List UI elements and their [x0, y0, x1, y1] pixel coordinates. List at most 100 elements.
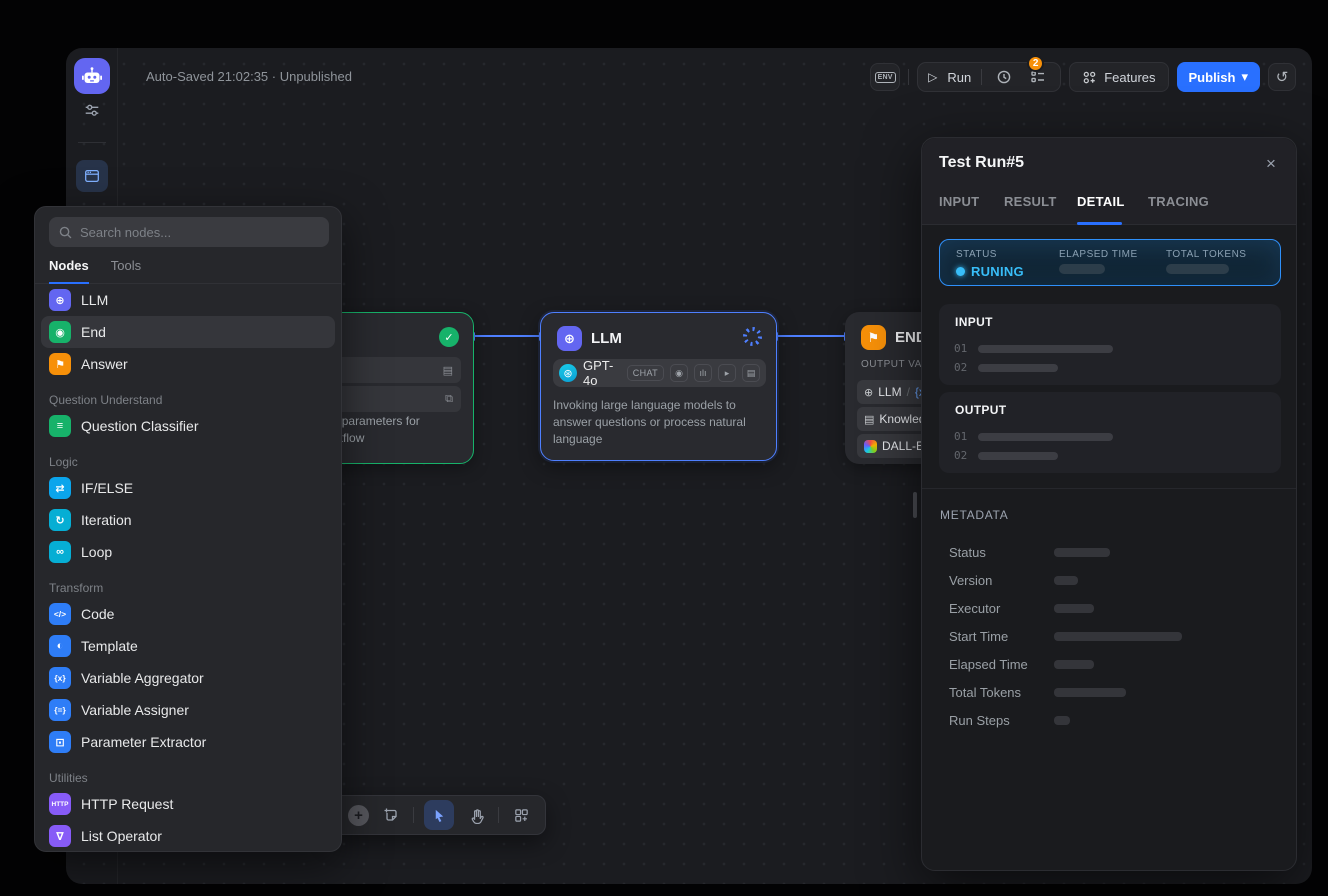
dalle-icon	[864, 440, 877, 453]
hand-icon	[468, 807, 485, 824]
metadata-label: Start Time	[949, 629, 1008, 644]
code-icon: </>	[49, 603, 71, 625]
variable-source: LLM	[878, 385, 901, 399]
node-item-ifelse[interactable]: ⇄ IF/ELSE	[35, 472, 341, 504]
output-card: OUTPUT 01 02	[939, 392, 1281, 473]
add-node-button[interactable]: +	[348, 805, 369, 826]
end-node-icon: ⚑	[861, 325, 886, 350]
env-icon: ENV	[875, 72, 896, 83]
active-tab-underline	[1077, 222, 1122, 225]
node-search-input[interactable]: Search nodes...	[49, 217, 329, 247]
question-classifier-icon: ≡	[49, 415, 71, 437]
chevron-down-icon: ▾	[1241, 69, 1248, 85]
tab-nodes[interactable]: Nodes	[49, 253, 89, 283]
audio-capability-icon: ılı	[694, 364, 712, 382]
pointer-mode-button[interactable]	[424, 800, 454, 830]
input-title: INPUT	[955, 315, 993, 329]
model-selector[interactable]: ⊛ GPT-4o CHAT ◉ ılı ▸ ▤	[553, 359, 766, 387]
parameter-extractor-icon: ⊡	[49, 731, 71, 753]
section-utilities: Utilities	[35, 768, 341, 788]
llm-node-title: LLM	[591, 330, 622, 347]
vision-capability-icon: ◉	[670, 364, 688, 382]
llm-node-description: Invoking large language models to answer…	[553, 397, 763, 448]
tab-tools[interactable]: Tools	[111, 253, 141, 283]
output-title: OUTPUT	[955, 403, 1007, 417]
add-note-button[interactable]	[379, 803, 403, 827]
tokens-skeleton	[1166, 264, 1229, 274]
tab-detail[interactable]: DETAIL	[1077, 194, 1125, 209]
organize-nodes-button[interactable]	[509, 803, 533, 827]
variable-assigner-icon: {=}	[49, 699, 71, 721]
loop-icon: ∞	[49, 541, 71, 563]
run-play-icon: ▷	[928, 70, 937, 84]
metadata-label: Executor	[949, 601, 1000, 616]
panel-resize-handle[interactable]	[913, 492, 917, 518]
metadata-skeleton	[1054, 660, 1094, 669]
input-skeleton	[978, 364, 1058, 372]
tab-input[interactable]: INPUT	[939, 194, 979, 209]
node-item-end[interactable]: ◉ End	[41, 316, 335, 348]
panel-divider	[922, 488, 1296, 489]
run-panel-header	[922, 138, 1296, 225]
edge-start-to-llm	[474, 335, 540, 337]
http-request-icon: HTTP	[49, 793, 71, 815]
llm-node[interactable]: ⊕ LLM ⊛ GPT-4o CHAT ◉ ılı ▸ ▤ Invoking l…	[540, 312, 777, 461]
node-picker-panel: Search nodes... Nodes Tools ⊕ LLM ◉ End …	[34, 206, 342, 852]
node-item-list-operator[interactable]: ∇ List Operator	[35, 820, 341, 852]
node-item-loop[interactable]: ∞ Loop	[35, 536, 341, 568]
node-item-template[interactable]: ◐ Template	[35, 630, 341, 662]
toolbar-separator	[498, 807, 499, 823]
knowledge-icon: ▤	[864, 413, 874, 426]
publish-label: Publish	[1189, 70, 1236, 85]
cursor-icon	[432, 808, 447, 823]
node-item-variable-aggregator[interactable]: {x} Variable Aggregator	[35, 662, 341, 694]
running-dot	[956, 267, 965, 276]
last-run-clock-icon[interactable]	[992, 65, 1016, 89]
version-history-button[interactable]: ↺	[1268, 63, 1296, 91]
features-button[interactable]: Features	[1069, 62, 1168, 92]
metadata-skeleton	[1054, 688, 1126, 697]
history-icon: ↺	[1276, 68, 1289, 86]
metadata-skeleton	[1054, 576, 1078, 585]
organize-icon	[513, 807, 530, 824]
section-transform: Transform	[35, 578, 341, 598]
section-logic: Logic	[35, 452, 341, 472]
node-item-question-classifier[interactable]: ≡ Question Classifier	[35, 410, 341, 442]
publish-button[interactable]: Publish ▾	[1177, 62, 1260, 92]
node-item-code[interactable]: </> Code	[35, 598, 341, 630]
input-card: INPUT 01 02	[939, 304, 1281, 385]
gpt4o-model-icon: ⊛	[559, 364, 577, 382]
run-button[interactable]: Run	[947, 70, 971, 85]
tab-result[interactable]: RESULT	[1004, 194, 1057, 209]
node-item-llm[interactable]: ⊕ LLM	[35, 284, 341, 316]
node-item-http-request[interactable]: HTTP HTTP Request	[35, 788, 341, 820]
elapsed-time-label: ELAPSED TIME	[1059, 249, 1138, 260]
variable-source: DALL-E	[882, 439, 924, 453]
env-variables-button[interactable]: ENV	[870, 63, 900, 91]
preferences-sliders-icon[interactable]	[82, 100, 102, 120]
toolbar-separator	[413, 807, 414, 823]
output-skeleton	[978, 452, 1058, 460]
tab-tracing[interactable]: TRACING	[1148, 194, 1209, 209]
line-number: 01	[954, 342, 967, 355]
template-icon: ◐	[49, 635, 71, 657]
node-item-iteration[interactable]: ↻ Iteration	[35, 504, 341, 536]
run-group-separator	[981, 69, 982, 85]
node-item-variable-assigner[interactable]: {=} Variable Assigner	[35, 694, 341, 726]
run-controls-group: ▷ Run 2	[917, 62, 1061, 92]
panel-window-button[interactable]	[76, 160, 108, 192]
node-item-parameter-extractor[interactable]: ⊡ Parameter Extractor	[35, 726, 341, 758]
node-panel-tabs: Nodes Tools	[35, 253, 341, 284]
close-icon[interactable]: ×	[1260, 153, 1282, 175]
sidebar-divider	[78, 142, 106, 143]
search-placeholder: Search nodes...	[80, 225, 171, 240]
node-item-answer[interactable]: ⚑ Answer	[35, 348, 341, 380]
llm-ref-icon: ⊕	[864, 386, 873, 399]
llm-node-icon: ⊕	[557, 326, 582, 351]
hand-mode-button[interactable]	[464, 803, 488, 827]
metadata-skeleton	[1054, 604, 1094, 613]
section-question-understand: Question Understand	[35, 390, 341, 410]
input-skeleton	[978, 345, 1113, 353]
app-logo-robot-icon[interactable]	[74, 58, 110, 94]
features-icon	[1082, 70, 1097, 85]
